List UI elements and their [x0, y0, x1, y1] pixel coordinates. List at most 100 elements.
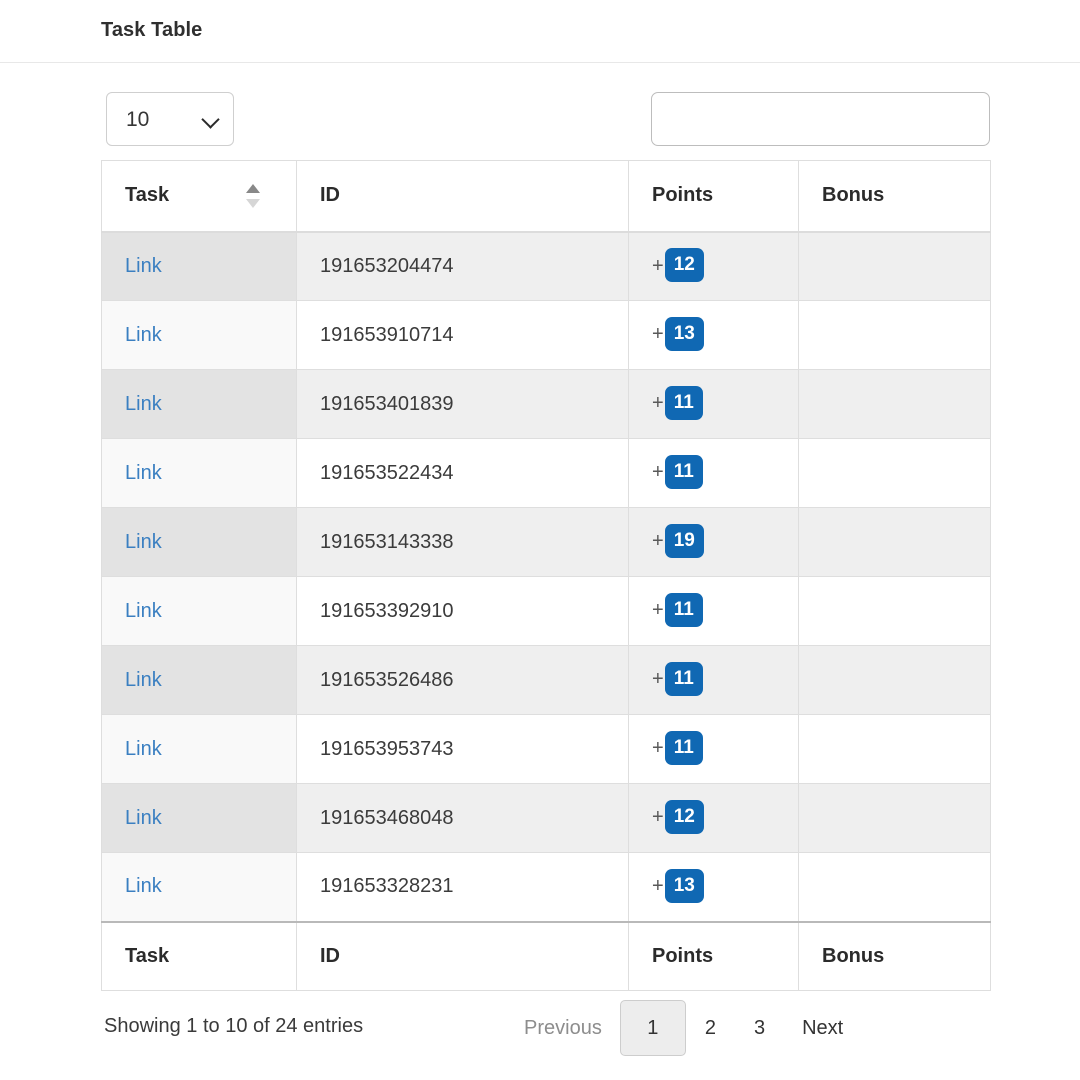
points-prefix: + — [652, 323, 664, 346]
table-row: Link 191653401839 +11 — [101, 369, 991, 439]
column-header-id[interactable]: ID — [296, 160, 629, 233]
cell-points: +11 — [628, 576, 799, 646]
points-prefix: + — [652, 530, 664, 553]
cell-task: Link — [101, 369, 297, 439]
cell-bonus — [798, 507, 991, 577]
cell-id: 191653401839 — [296, 369, 629, 439]
page-length-select[interactable]: 10 — [106, 92, 234, 146]
column-header-task[interactable]: Task — [101, 160, 297, 233]
cell-id: 191653143338 — [296, 507, 629, 577]
sort-ascending-icon — [245, 183, 261, 208]
table-row: Link 191653526486 +11 — [101, 645, 991, 715]
task-table: Task ID Points Bonus Link 191653204474 +12… — [101, 160, 991, 991]
pagination-page-1[interactable]: 1 — [619, 1000, 686, 1056]
column-header-task-label: Task — [125, 184, 170, 207]
table-container: Task ID Points Bonus Link 191653204474 +12… — [101, 160, 991, 991]
cell-bonus — [798, 231, 991, 301]
cell-points: +12 — [628, 783, 799, 853]
task-link[interactable]: Link — [125, 738, 162, 760]
cell-id: 191653526486 — [296, 645, 629, 715]
points-badge: 11 — [664, 386, 703, 420]
cell-bonus — [798, 369, 991, 439]
task-link[interactable]: Link — [125, 531, 162, 553]
cell-id: 191653328231 — [296, 852, 629, 922]
table-foot: Task ID Points Bonus — [101, 920, 991, 991]
table-header-row: Task ID Points Bonus — [101, 160, 991, 233]
points-prefix: + — [652, 254, 664, 277]
cell-id: 191653392910 — [296, 576, 629, 646]
page-length-value: 10 — [126, 107, 150, 131]
pagination-page-3[interactable]: 3 — [735, 1000, 784, 1056]
cell-task: Link — [101, 507, 297, 577]
cell-points: +11 — [628, 369, 799, 439]
task-link[interactable]: Link — [125, 393, 162, 415]
cell-bonus — [798, 714, 991, 784]
cell-task: Link — [101, 714, 297, 784]
points-badge: 12 — [664, 248, 704, 283]
cell-bonus — [798, 300, 991, 370]
points-badge: 11 — [664, 731, 703, 765]
search-input[interactable] — [651, 92, 990, 146]
cell-points: +19 — [628, 507, 799, 577]
task-link[interactable]: Link — [125, 462, 162, 484]
task-link[interactable]: Link — [125, 255, 162, 277]
table-row: Link 191653204474 +12 — [101, 231, 991, 301]
points-prefix: + — [652, 392, 664, 415]
cell-points: +11 — [628, 438, 799, 508]
cell-bonus — [798, 576, 991, 646]
column-header-bonus[interactable]: Bonus — [798, 160, 991, 233]
footer-label-task: Task — [101, 920, 297, 991]
task-link[interactable]: Link — [125, 807, 162, 829]
footer-label-bonus: Bonus — [798, 920, 991, 991]
task-link[interactable]: Link — [125, 324, 162, 346]
points-prefix: + — [652, 806, 664, 829]
pagination-page-2[interactable]: 2 — [686, 1000, 735, 1056]
cell-points: +13 — [628, 300, 799, 370]
cell-task: Link — [101, 576, 297, 646]
cell-id: 191653953743 — [296, 714, 629, 784]
points-prefix: + — [652, 599, 664, 622]
points-prefix: + — [652, 875, 664, 898]
task-link[interactable]: Link — [125, 669, 162, 691]
points-badge: 11 — [664, 593, 703, 627]
table-row: Link 191653143338 +19 — [101, 507, 991, 577]
points-badge: 13 — [664, 868, 704, 903]
points-prefix: + — [652, 461, 664, 484]
cell-task: Link — [101, 300, 297, 370]
pagination-next[interactable]: Next — [784, 1000, 861, 1056]
table-info: Showing 1 to 10 of 24 entries — [104, 1015, 364, 1037]
pagination: Previous 1 2 3 Next — [506, 1000, 861, 1056]
cell-bonus — [798, 645, 991, 715]
table-row: Link 191653522434 +11 — [101, 438, 991, 508]
points-badge: 13 — [664, 317, 704, 351]
cell-task: Link — [101, 231, 297, 301]
points-prefix: + — [652, 737, 664, 760]
points-badge: 19 — [664, 524, 704, 558]
task-table-page: Task Table 10 Task ID Points Bonus Link … — [0, 0, 1080, 1080]
cell-task: Link — [101, 852, 297, 922]
task-link[interactable]: Link — [125, 875, 162, 897]
table-row: Link 191653468048 +12 — [101, 783, 991, 853]
cell-points: +11 — [628, 714, 799, 784]
cell-id: 191653468048 — [296, 783, 629, 853]
header-divider — [0, 62, 1080, 63]
cell-id: 191653910714 — [296, 300, 629, 370]
points-badge: 11 — [664, 455, 703, 489]
column-header-points[interactable]: Points — [628, 160, 799, 233]
task-link[interactable]: Link — [125, 600, 162, 622]
table-row: Link 191653953743 +11 — [101, 714, 991, 784]
page-title: Task Table — [101, 19, 203, 41]
cell-points: +13 — [628, 852, 799, 922]
chevron-down-icon — [203, 111, 219, 127]
cell-task: Link — [101, 783, 297, 853]
cell-task: Link — [101, 645, 297, 715]
table-row: Link 191653328231 +13 — [101, 852, 991, 922]
cell-task: Link — [101, 438, 297, 508]
table-footer-row: Task ID Points Bonus — [101, 920, 991, 991]
pagination-previous[interactable]: Previous — [506, 1000, 620, 1056]
cell-id: 191653522434 — [296, 438, 629, 508]
points-badge: 11 — [664, 662, 703, 696]
points-badge: 12 — [664, 800, 704, 834]
table-row: Link 191653392910 +11 — [101, 576, 991, 646]
table-row: Link 191653910714 +13 — [101, 300, 991, 370]
